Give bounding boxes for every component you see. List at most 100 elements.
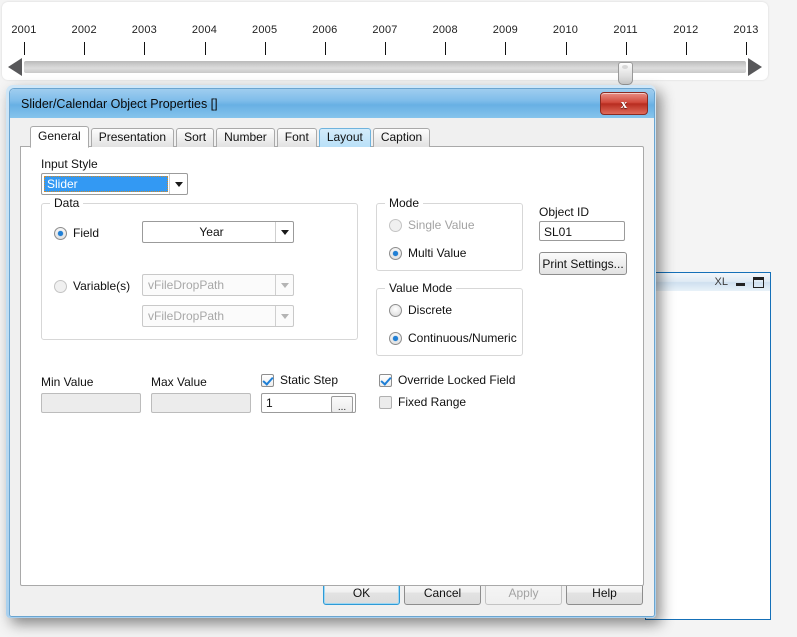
dialog-titlebar[interactable]: Slider/Calendar Object Properties [] x [10,89,654,119]
timeline-tick [445,42,447,55]
timeline-tick [746,42,747,55]
checkbox-fixed-range[interactable]: Fixed Range [379,395,466,409]
maximize-icon[interactable] [753,276,764,288]
min-value-input[interactable] [41,393,141,413]
timeline-tick [505,42,507,55]
radio-multi-value[interactable]: Multi Value [389,246,466,260]
print-settings-button[interactable]: Print Settings... [539,252,627,275]
chevron-down-icon[interactable] [275,275,293,295]
mode-groupbox-title: Mode [385,196,424,210]
static-step-input[interactable]: 1 ... [261,393,356,413]
tab-presentation[interactable]: Presentation [90,128,175,147]
value-mode-groupbox: Value Mode Discrete Continuous/Numeric [376,281,523,356]
min-value-text [42,396,46,410]
radio-variables[interactable]: Variable(s) [54,279,130,293]
min-value-label: Min Value [41,375,94,389]
close-button[interactable]: x [600,92,648,115]
radio-field-label: Field [73,226,100,240]
radio-variables-indicator [54,279,67,293]
tab-label: Caption [380,130,423,144]
checkbox-override-locked-field-indicator [379,373,392,387]
chevron-down-icon[interactable] [169,174,187,194]
static-step-value: 1 [266,396,273,410]
radio-discrete-label: Discrete [408,303,453,317]
radio-continuous-numeric[interactable]: Continuous/Numeric [389,331,517,345]
tab-label: General [38,129,81,143]
tab-sort[interactable]: Sort [176,128,215,147]
tabstrip: General Presentation Sort Number Font Layout C… [30,126,644,148]
radio-continuous-numeric-label: Continuous/Numeric [408,331,517,345]
timeline-right-arrow-icon[interactable] [748,58,762,76]
tab-number[interactable]: Number [216,128,275,147]
timeline-tick [565,42,567,55]
value-mode-groupbox-title: Value Mode [385,281,457,295]
chevron-down-icon[interactable] [275,222,293,242]
data-groupbox: Data Field Year Variable(s) vFileDropPat… [41,196,358,340]
background-window-label: XL [714,276,728,288]
max-value-input[interactable] [151,393,251,413]
timeline-label: 2004 [191,24,218,36]
variable-2-value: vFileDropPath [148,309,225,323]
timeline-ticks [2,42,768,56]
radio-field[interactable]: Field [54,226,99,240]
mode-groupbox: Mode Single Value Multi Value [376,196,523,271]
radio-multi-value-label: Multi Value [408,246,467,260]
chevron-down-icon[interactable] [275,306,293,326]
tab-general[interactable]: General [30,126,89,148]
tab-label: Presentation [98,130,167,144]
timeline-track[interactable] [24,61,746,85]
timeline-label: 2005 [252,24,278,36]
timeline-label: 2010 [552,24,579,36]
variable-1-combobox[interactable]: vFileDropPath [142,274,294,296]
timeline-tick [204,42,206,55]
radio-continuous-numeric-indicator [389,331,402,345]
timeline-label: 2007 [372,24,398,36]
object-id-label: Object ID [539,205,590,219]
minimize-icon[interactable] [735,277,746,288]
tab-label: Number [224,130,267,144]
tab-label: Font [284,130,309,144]
checkbox-override-locked-field[interactable]: Override Locked Field [379,373,515,387]
timeline-label: 2012 [673,24,699,36]
timeline-tick [84,42,86,55]
checkbox-fixed-range-label: Fixed Range [398,395,467,409]
tab-font[interactable]: Font [276,128,317,147]
variable-2-combobox[interactable]: vFileDropPath [142,305,294,327]
checkbox-static-step[interactable]: Static Step [261,373,338,387]
radio-multi-value-indicator [389,246,402,260]
tab-caption[interactable]: Caption [372,128,431,147]
static-step-ellipsis-button[interactable]: ... [331,396,353,413]
checkbox-override-locked-field-label: Override Locked Field [398,373,516,387]
timeline-track-row[interactable] [2,56,768,85]
timeline-tick [385,42,386,55]
timeline-tick [324,42,326,55]
input-style-selected-value: Slider [44,176,168,192]
timeline-left-arrow-icon[interactable] [8,58,22,76]
close-icon: x [620,96,628,111]
object-id-input[interactable]: SL01 [539,221,625,241]
timeline-thumb[interactable] [617,62,633,85]
max-value-label: Max Value [151,375,207,389]
radio-single-value-indicator [389,218,402,232]
timeline-tick-labels: 2001 2002 2003 2004 2005 2006 2007 2008 2009 2010… [2,24,768,40]
timeline-label: 2003 [131,24,157,36]
timeline-label: 2008 [432,24,458,36]
timeline-label: 2001 [11,24,37,36]
checkbox-static-step-label: Static Step [280,373,339,387]
radio-discrete-indicator [389,303,402,317]
tab-label: Layout [326,130,363,144]
timeline-tick [685,42,687,55]
field-combobox[interactable]: Year [142,221,294,243]
timeline-tick [24,42,25,55]
input-style-combobox[interactable]: Slider [41,173,188,195]
tab-panel-general: Input Style Slider Data Field Year Varia… [20,146,644,586]
dialog-inner-frame: Slider/Calendar Object Properties [] x G… [9,88,655,617]
checkbox-fixed-range-indicator [379,395,392,409]
radio-single-value: Single Value [389,218,475,232]
radio-discrete[interactable]: Discrete [389,303,452,317]
variable-1-value: vFileDropPath [148,278,225,292]
tab-layout[interactable]: Layout [318,128,371,147]
radio-single-value-label: Single Value [408,218,475,232]
max-value-text [152,396,156,410]
timeline-label: 2009 [492,24,518,36]
